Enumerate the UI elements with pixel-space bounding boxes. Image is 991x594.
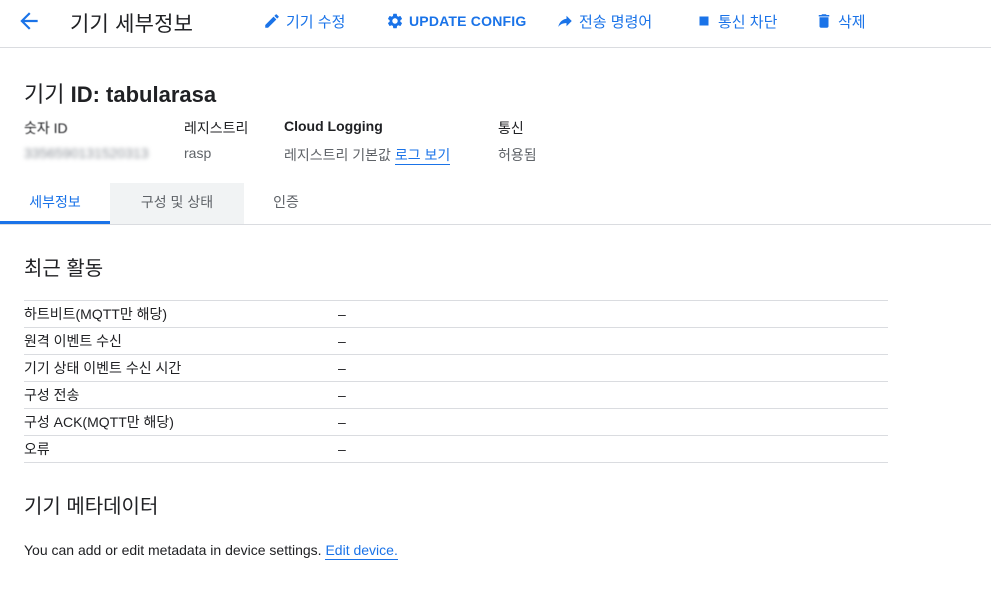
activity-value: – [338,414,346,430]
table-row: 오류 – [24,435,888,463]
table-row: 기기 상태 이벤트 수신 시간 – [24,354,888,382]
share-arrow-icon [558,15,572,27]
device-title-prefix: 기기 [24,82,71,107]
cloud-logging-label: Cloud Logging [284,118,383,134]
table-row: 원격 이벤트 수신 – [24,327,888,355]
activity-value: – [338,333,346,349]
trash-icon [818,14,830,28]
communication-label: 통신 [498,120,524,136]
activity-value: – [338,387,346,403]
table-row: 구성 전송 – [24,381,888,409]
activity-label: 오류 [24,441,50,457]
communication-value: 허용됨 [498,147,537,163]
send-command-label: 전송 명령어 [579,13,653,31]
device-metadata-title: 기기 메타데이터 [24,496,159,518]
update-config-label: UPDATE CONFIG [409,13,527,29]
cloud-logging-default: 레지스트리 기본값 [284,147,391,163]
registry-label: 레지스트리 [184,120,249,136]
send-command-button[interactable]: 전송 명령어 [556,10,652,32]
block-communication-label: 통신 차단 [718,13,778,31]
top-toolbar: 기기 세부정보 기기 수정 UPDATE CONFIG 전송 명령어 통신 차단… [0,0,991,48]
table-row: 하트비트(MQTT만 해당) – [24,300,888,328]
stop-square-icon [699,16,709,26]
recent-activity-title: 최근 활동 [24,258,104,280]
tab-details[interactable]: 세부정보 [0,183,110,224]
update-config-button[interactable]: UPDATE CONFIG [386,10,526,32]
activity-label: 구성 전송 [24,387,80,403]
metadata-text: You can add or edit metadata in device s… [24,542,326,558]
numeric-id-value: 3356590131520313 [24,145,149,161]
delete-button[interactable]: 삭제 [815,10,866,32]
activity-label: 하트비트(MQTT만 해당) [24,306,168,322]
metadata-description: You can add or edit metadata in device s… [24,542,398,560]
device-title: 기기 ID: tabularasa [24,77,216,109]
edit-device-link[interactable]: Edit device. [325,542,398,560]
edit-device-label: 기기 수정 [286,13,346,31]
page-title: 기기 세부정보 [70,13,194,36]
view-logs-link[interactable]: 로그 보기 [394,147,451,165]
recent-activity-table: 하트비트(MQTT만 해당) – 원격 이벤트 수신 – 기기 상태 이벤트 수… [24,300,888,463]
activity-label: 기기 상태 이벤트 수신 시간 [24,360,182,376]
delete-label: 삭제 [838,13,866,31]
tab-config-state[interactable]: 구성 및 상태 [110,183,244,224]
device-title-id: ID: tabularasa [70,82,217,107]
activity-label: 구성 ACK(MQTT만 해당) [24,414,174,430]
gear-icon [387,13,403,29]
pencil-icon [265,14,279,28]
activity-label: 원격 이벤트 수신 [24,333,122,349]
activity-value: – [338,360,346,376]
back-arrow-icon[interactable] [16,8,42,34]
numeric-id-label: 숫자 ID [24,120,68,136]
block-communication-button[interactable]: 통신 차단 [695,10,777,32]
activity-value: – [338,306,346,322]
tab-authentication[interactable]: 인증 [244,183,328,224]
edit-device-button[interactable]: 기기 수정 [263,10,345,32]
registry-value: rasp [184,145,212,161]
table-row: 구성 ACK(MQTT만 해당) – [24,408,888,436]
cloud-logging-value: 레지스트리 기본값 로그 보기 [284,145,451,165]
activity-value: – [338,441,346,457]
tab-bar: 세부정보 구성 및 상태 인증 [0,183,991,225]
